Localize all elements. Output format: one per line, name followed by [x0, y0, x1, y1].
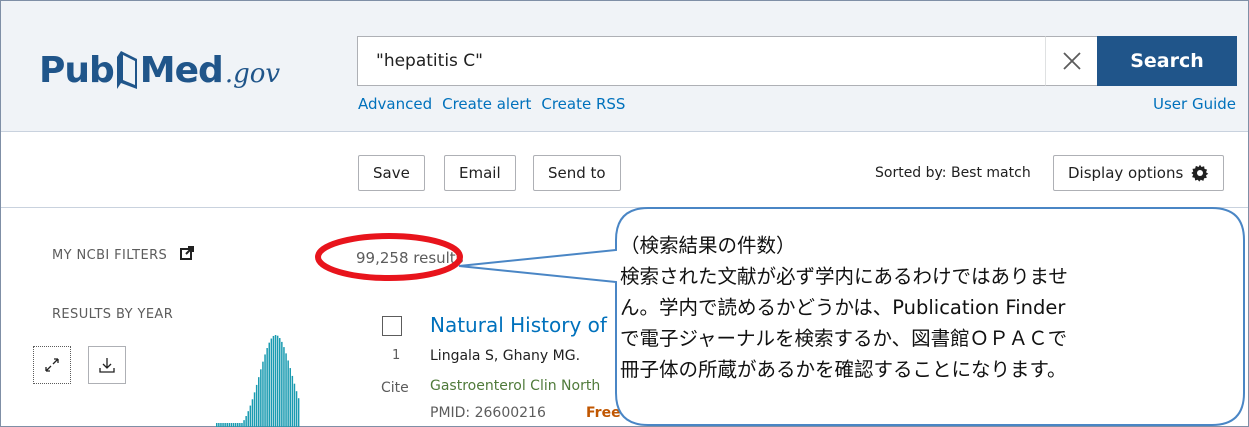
year-bar[interactable]	[220, 423, 222, 427]
results-by-year-label: RESULTS BY YEAR	[52, 307, 174, 322]
year-bar[interactable]	[293, 383, 296, 427]
year-bar[interactable]	[258, 377, 260, 427]
clear-search-button[interactable]	[1045, 36, 1097, 86]
header: Pub Med .gov Search Advanced Create aler…	[1, 1, 1248, 132]
year-bar[interactable]	[249, 405, 252, 427]
download-chart-button[interactable]	[88, 346, 126, 384]
search-input[interactable]	[357, 36, 1045, 86]
year-bar[interactable]	[270, 338, 273, 427]
year-bar[interactable]	[264, 354, 266, 427]
result-pmid: PMID: 26600216	[430, 405, 546, 421]
callout-line: 検索された文献が必ず学内にあるわけではありませ	[620, 265, 1068, 288]
advanced-link[interactable]: Advanced	[358, 95, 432, 113]
year-bar[interactable]	[234, 423, 237, 427]
user-guide-link[interactable]: User Guide	[1153, 95, 1236, 113]
year-bar[interactable]	[222, 423, 224, 427]
year-bar[interactable]	[232, 423, 235, 427]
year-bar[interactable]	[228, 423, 231, 427]
year-bar[interactable]	[239, 423, 241, 427]
year-bar[interactable]	[241, 423, 243, 427]
result-free-badge: Free	[586, 405, 621, 421]
expand-icon	[45, 358, 59, 372]
year-bar[interactable]	[297, 398, 300, 427]
year-bar[interactable]	[274, 335, 277, 427]
callout-line: 冊子体の所蔵があるかを確認することになります。	[620, 358, 1067, 381]
year-bar[interactable]	[253, 392, 256, 427]
year-bar[interactable]	[285, 353, 287, 427]
year-bar[interactable]	[216, 423, 218, 427]
logo-pub-text: Pub	[39, 50, 115, 91]
year-bar[interactable]	[243, 420, 245, 427]
year-bar[interactable]	[295, 391, 298, 427]
year-bar[interactable]	[281, 341, 283, 427]
year-bar[interactable]	[226, 423, 229, 427]
search-button[interactable]: Search	[1097, 36, 1237, 86]
search-bar: Search	[357, 36, 1237, 86]
search-links: Advanced Create alert Create RSS	[358, 95, 625, 113]
result-title-link[interactable]: Natural History of H	[430, 313, 630, 337]
ncbi-filters-label: MY NCBI FILTERS	[52, 248, 168, 263]
red-highlight-ellipse	[315, 233, 463, 281]
external-link-icon[interactable]	[179, 246, 194, 260]
create-alert-link[interactable]: Create alert	[442, 95, 531, 113]
gear-icon	[1191, 164, 1209, 182]
year-bar[interactable]	[247, 411, 250, 427]
year-bar[interactable]	[245, 416, 247, 427]
result-title-text: Natural History of	[430, 313, 614, 337]
year-bar[interactable]	[291, 375, 294, 427]
callout-line: で電子ジャーナルを検索するか、図書館ＯＰＡＣで	[620, 327, 1068, 350]
callout-line: （検索結果の件数）	[620, 234, 796, 257]
cite-button[interactable]: Cite	[381, 380, 409, 396]
logo-med-text: Med	[139, 50, 224, 91]
close-icon	[1062, 52, 1081, 70]
year-bar[interactable]	[218, 423, 220, 427]
year-bar[interactable]	[272, 335, 275, 427]
save-button[interactable]: Save	[358, 155, 425, 191]
year-bar[interactable]	[237, 423, 239, 427]
year-bar[interactable]	[260, 369, 262, 427]
ncbi-filters-heading: MY NCBI FILTERS	[52, 246, 194, 263]
result-authors: Lingala S, Ghany MG.	[430, 348, 581, 364]
result-number: 1	[392, 348, 401, 363]
year-bar[interactable]	[255, 384, 258, 427]
display-options-label: Display options	[1068, 164, 1184, 182]
year-bar[interactable]	[266, 348, 268, 427]
sort-label[interactable]: Sorted by: Best match	[875, 165, 1031, 181]
results-toolbar: Save Email Send to Sorted by: Best match…	[1, 132, 1248, 208]
display-options-button[interactable]: Display options	[1053, 155, 1225, 191]
callout-line: ん。学内で読めるかどうかは、Publication Finder	[620, 296, 1066, 319]
year-bar[interactable]	[268, 342, 271, 427]
email-button[interactable]: Email	[444, 155, 516, 191]
send-to-button[interactable]: Send to	[533, 155, 621, 191]
year-bar[interactable]	[251, 399, 254, 427]
year-bar[interactable]	[276, 335, 279, 427]
callout-text: （検索結果の件数） 検索された文献が必ず学内にあるわけではありませ ん。学内で読…	[620, 230, 1230, 385]
result-journal: Gastroenterol Clin North	[430, 378, 601, 394]
logo-book-icon	[115, 49, 139, 91]
logo-gov-text: .gov	[224, 59, 281, 89]
year-bar[interactable]	[230, 423, 233, 427]
year-bar[interactable]	[279, 338, 281, 427]
expand-chart-button[interactable]	[33, 346, 71, 384]
result-checkbox[interactable]	[382, 316, 402, 336]
pubmed-logo[interactable]: Pub Med .gov	[39, 39, 280, 91]
year-bar[interactable]	[283, 347, 285, 427]
year-bar[interactable]	[262, 361, 264, 427]
results-by-year-chart[interactable]	[196, 322, 316, 427]
create-rss-link[interactable]: Create RSS	[541, 95, 625, 113]
download-icon	[99, 358, 115, 373]
year-bar[interactable]	[289, 368, 292, 427]
year-bar[interactable]	[287, 360, 289, 427]
year-bar[interactable]	[224, 423, 226, 427]
